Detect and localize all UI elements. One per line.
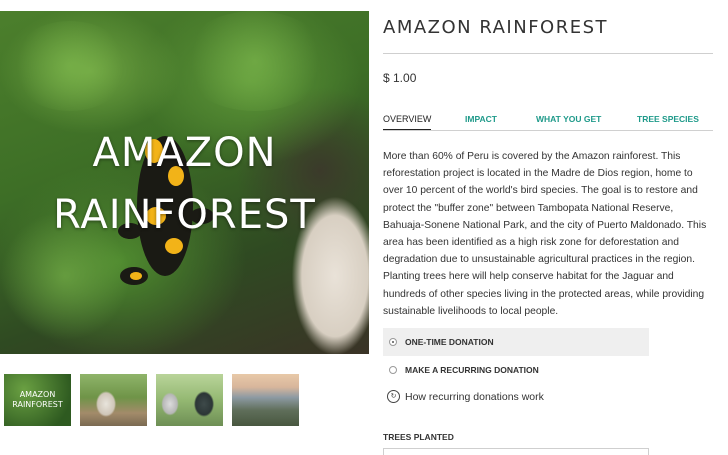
product-main-image: AMAZON RAINFOREST xyxy=(0,11,369,354)
how-recurring-link[interactable]: ↻ How recurring donations work xyxy=(387,390,544,403)
tab-impact[interactable]: IMPACT xyxy=(465,113,497,126)
product-price: $ 1.00 xyxy=(383,71,417,85)
radio-unselected-icon[interactable] xyxy=(389,366,397,374)
recurring-donation-label: MAKE A RECURRING DONATION xyxy=(405,365,539,375)
product-description: More than 60% of Peru is covered by the … xyxy=(383,151,707,317)
one-time-donation-option[interactable]: ONE-TIME DONATION xyxy=(383,328,649,356)
tab-overview[interactable]: OVERVIEW xyxy=(383,113,432,130)
thumbnail-2[interactable] xyxy=(80,374,147,426)
thumbnail-label: AMAZON xyxy=(19,390,56,399)
product-tabs: OVERVIEW IMPACT WHAT YOU GET TREE SPECIE… xyxy=(383,113,713,131)
how-recurring-text: How recurring donations work xyxy=(405,390,544,403)
recurring-info-icon: ↻ xyxy=(387,390,400,403)
hero-title-line-2: RAINFOREST xyxy=(53,192,316,238)
hero-title-line-1: AMAZON xyxy=(92,130,277,176)
product-title: AMAZON RAINFOREST xyxy=(383,17,609,38)
thumbnail-gallery: AMAZON RAINFOREST xyxy=(4,374,299,426)
thumbnail-4[interactable] xyxy=(232,374,299,426)
title-divider xyxy=(383,53,713,54)
fern-foliage xyxy=(180,11,330,111)
trees-planted-input[interactable] xyxy=(383,448,649,455)
thumbnail-label: RAINFOREST xyxy=(12,400,63,409)
thumbnail-1[interactable]: AMAZON RAINFOREST xyxy=(4,374,71,426)
tab-tree-species[interactable]: TREE SPECIES xyxy=(637,113,699,126)
one-time-donation-label: ONE-TIME DONATION xyxy=(405,337,494,347)
radio-selected-icon[interactable] xyxy=(389,338,397,346)
recurring-donation-option[interactable]: MAKE A RECURRING DONATION xyxy=(383,356,649,384)
thumbnail-3[interactable] xyxy=(156,374,223,426)
tab-what-you-get[interactable]: WHAT YOU GET xyxy=(536,113,601,126)
trees-planted-label: TREES PLANTED xyxy=(383,432,454,442)
fern-foliage xyxy=(10,21,130,111)
